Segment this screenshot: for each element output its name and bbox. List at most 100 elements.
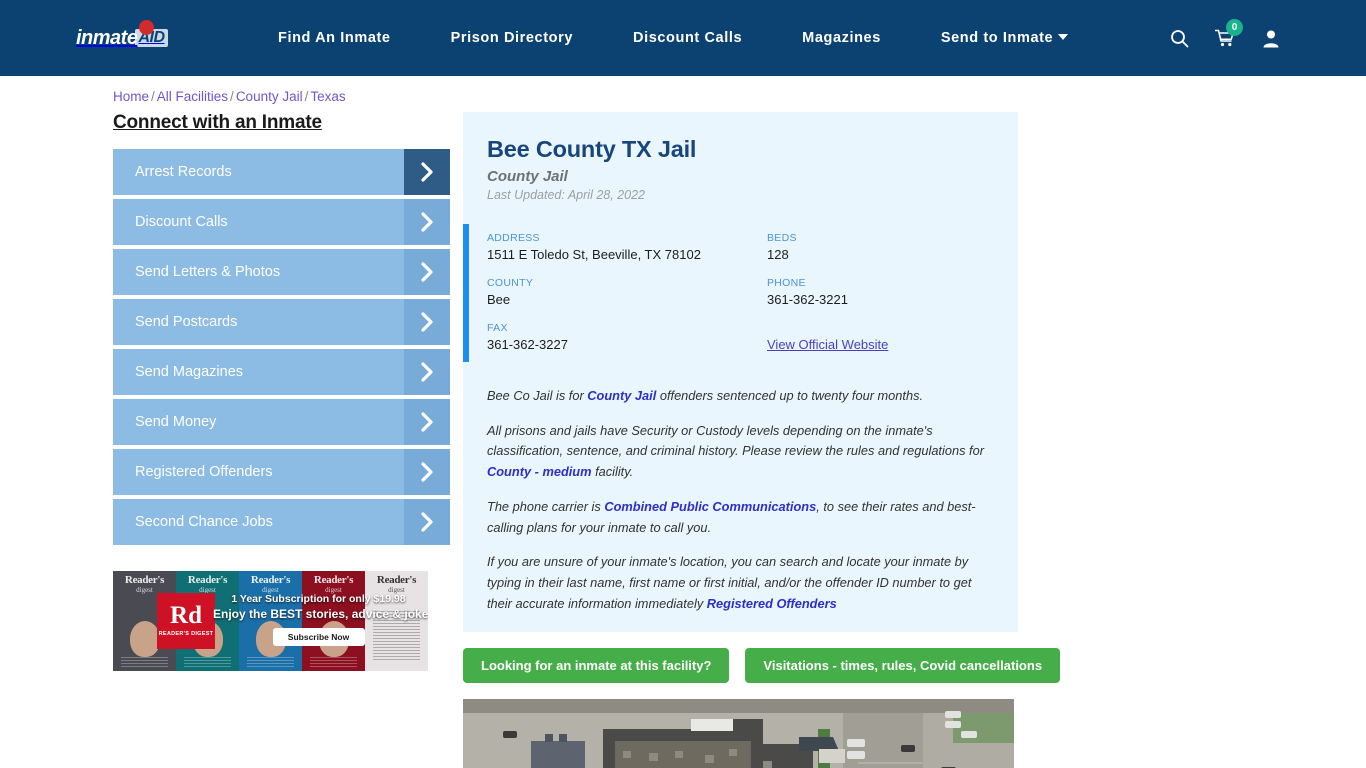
cart-icon[interactable]: 0	[1202, 15, 1248, 61]
facility-satellite-map[interactable]: Bee County Jail	[463, 699, 1014, 768]
desc-text: The phone carrier is	[487, 498, 605, 514]
sidebar-item-label: Registered Offenders	[135, 464, 273, 480]
nav-item-find-an-inmate[interactable]: Find An Inmate	[248, 30, 421, 46]
info-phone: PHONE 361-362-3221	[767, 277, 994, 307]
ad-cover-title: Reader's	[313, 574, 354, 586]
info-label: ADDRESS	[487, 232, 540, 244]
search-icon[interactable]	[1156, 15, 1202, 61]
chevron-right-icon	[404, 149, 450, 195]
description-paragraph-4: If you are unsure of your inmate's locat…	[487, 552, 994, 614]
site-logo[interactable]: inmate AID	[76, 20, 184, 55]
breadcrumb-item-county-jail[interactable]: County Jail	[236, 89, 303, 104]
nav-item-magazines[interactable]: Magazines	[772, 30, 911, 46]
facility-panel: Bee County TX Jail County Jail Last Upda…	[463, 112, 1018, 633]
info-label: FAX	[487, 322, 508, 334]
breadcrumb-item-all-facilities[interactable]: All Facilities	[157, 89, 228, 104]
nav-label: Magazines	[802, 30, 881, 46]
desc-text: Bee Co Jail is for	[487, 388, 588, 403]
desc-text: All prisons and jails have Security or C…	[487, 422, 984, 459]
ad-cover-title: Reader's	[376, 574, 417, 586]
chevron-right-icon	[404, 199, 450, 245]
sidebar-item-label: Send Money	[135, 414, 217, 430]
chevron-right-icon	[404, 349, 450, 395]
sidebar-item-label: Send Magazines	[135, 364, 244, 380]
info-label: PHONE	[767, 277, 806, 289]
logo-dot-icon	[139, 20, 154, 35]
view-official-website-link[interactable]: View Official Website	[767, 337, 888, 352]
sidebar-item-label: Send Postcards	[135, 314, 238, 330]
user-account-icon[interactable]	[1248, 15, 1294, 61]
description-paragraph-2: All prisons and jails have Security or C…	[487, 421, 994, 483]
info-value: 361-362-3227	[487, 337, 568, 352]
main-navigation: Find An Inmate Prison Directory Discount…	[248, 30, 1156, 46]
facility-info-block: ADDRESS 1511 E Toledo St, Beeville, TX 7…	[463, 224, 1018, 362]
nav-item-prison-directory[interactable]: Prison Directory	[421, 30, 603, 46]
sidebar-item-registered-offenders[interactable]: Registered Offenders	[113, 449, 450, 495]
cta-button-group: Looking for an inmate at this facility? …	[463, 648, 1061, 684]
description-paragraph-3: The phone carrier is Combined Public Com…	[487, 497, 994, 538]
find-inmate-button[interactable]: Looking for an inmate at this facility?	[463, 648, 730, 684]
nav-label: Prison Directory	[450, 30, 574, 46]
nav-item-send-to-inmate[interactable]: Send to Inmate	[911, 30, 1098, 46]
breadcrumb-item-home[interactable]: Home	[113, 89, 149, 104]
ad-cover-portrait	[129, 621, 160, 657]
sidebar-title: Connect with an Inmate	[113, 112, 322, 133]
ad-headline: 1 Year Subscription for only $19.98	[231, 593, 406, 605]
breadcrumb-item-texas[interactable]: Texas	[310, 89, 345, 104]
breadcrumb-separator: /	[230, 89, 234, 104]
ad-brand-badge: Rd READER'S DIGEST	[157, 593, 215, 649]
breadcrumb-separator: /	[151, 89, 155, 104]
nav-label: Send to Inmate	[940, 30, 1054, 46]
link-county-jail[interactable]: County Jail	[587, 388, 656, 403]
site-header: inmate AID Find An Inmate Prison Director…	[0, 0, 1366, 76]
facility-info-grid: ADDRESS 1511 E Toledo St, Beeville, TX 7…	[487, 232, 994, 352]
ad-cover-lines	[184, 657, 231, 667]
sidebar-item-arrest-records[interactable]: Arrest Records	[113, 149, 450, 195]
visitations-button[interactable]: Visitations - times, rules, Covid cancel…	[745, 648, 1061, 684]
info-beds: BEDS 128	[767, 232, 994, 262]
info-value: 1511 E Toledo St, Beeville, TX 78102	[487, 247, 701, 262]
ad-cover-lines	[121, 657, 168, 667]
sidebar-item-send-letters-photos[interactable]: Send Letters & Photos	[113, 249, 450, 295]
page-body: Home / All Facilities / County Jail / Texas Co…	[0, 76, 1366, 768]
chevron-right-icon	[404, 399, 450, 445]
nav-item-discount-calls[interactable]: Discount Calls	[603, 30, 772, 46]
sidebar-item-discount-calls[interactable]: Discount Calls	[113, 199, 450, 245]
sidebar-item-label: Arrest Records	[135, 164, 232, 180]
info-website: View Official Website	[767, 322, 994, 352]
link-phone-carrier[interactable]: Combined Public Communications	[604, 499, 816, 514]
advertisement-readers-digest[interactable]: Reader's digest Reader's digest Reader's…	[113, 571, 428, 671]
chevron-right-icon	[404, 449, 450, 495]
header-icon-group: 0	[1156, 15, 1366, 61]
sidebar-item-label: Discount Calls	[135, 214, 228, 230]
page-title: Bee County TX Jail	[487, 136, 697, 162]
info-value: 128	[767, 247, 789, 262]
link-registered-offenders[interactable]: Registered Offenders	[707, 596, 837, 611]
ad-brand-initials: Rd	[170, 602, 202, 630]
nav-label: Find An Inmate	[278, 30, 391, 46]
ad-cover-lines	[310, 657, 357, 667]
sidebar-item-send-money[interactable]: Send Money	[113, 399, 450, 445]
ad-subscribe-button[interactable]: Subscribe Now	[272, 628, 365, 646]
desc-text: offenders sentenced up to twenty four mo…	[656, 388, 924, 403]
ad-cover-title: Reader's	[250, 574, 291, 586]
sidebar: Connect with an Inmate Arrest Records Di…	[113, 112, 450, 768]
breadcrumb: Home / All Facilities / County Jail / Texas	[0, 76, 1366, 104]
sidebar-item-send-postcards[interactable]: Send Postcards	[113, 299, 450, 345]
cart-count-badge: 0	[1226, 19, 1243, 36]
info-label	[767, 322, 994, 334]
info-county: COUNTY Bee	[487, 277, 767, 307]
main-content: Bee County TX Jail County Jail Last Upda…	[463, 112, 1061, 768]
sidebar-item-send-magazines[interactable]: Send Magazines	[113, 349, 450, 395]
chevron-down-icon	[1058, 34, 1069, 40]
link-county-medium[interactable]: County - medium	[487, 464, 592, 479]
sidebar-item-second-chance-jobs[interactable]: Second Chance Jobs	[113, 499, 450, 545]
content-columns: Connect with an Inmate Arrest Records Di…	[0, 112, 1366, 768]
ad-copy: 1 Year Subscription for only $19.98 Enjo…	[213, 593, 428, 646]
chevron-right-icon	[404, 499, 450, 545]
info-label: BEDS	[767, 232, 797, 244]
chevron-right-icon	[404, 299, 450, 345]
ad-cover-title: Reader's	[124, 574, 165, 586]
last-updated: Last Updated: April 28, 2022	[487, 188, 645, 202]
logo-text: inmate	[76, 26, 138, 49]
